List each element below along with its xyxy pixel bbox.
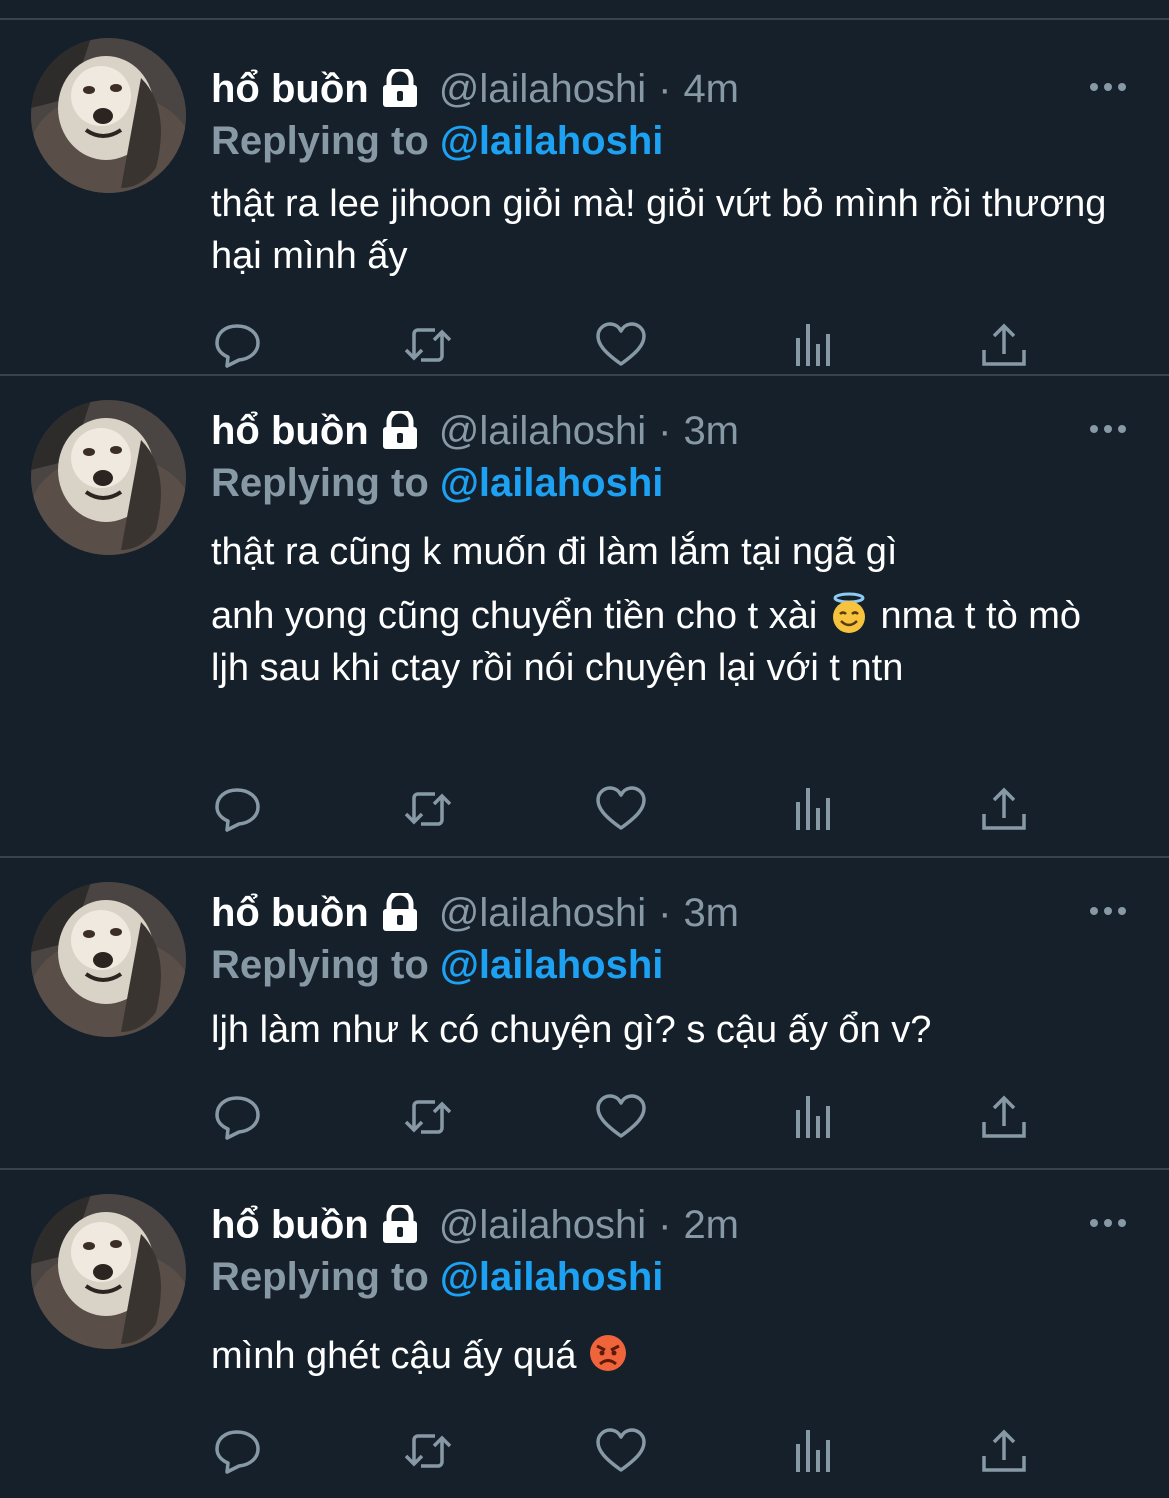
user-handle[interactable]: @lailahoshi [439,409,646,454]
replying-to: Replying to @lailahoshi [211,940,1129,990]
separator-dot: · [658,408,672,453]
retweet-icon[interactable] [401,1426,455,1476]
replying-label: Replying to [211,943,440,987]
display-name[interactable]: hổ buồn [211,409,369,454]
display-name[interactable]: hổ buồn [211,67,369,112]
tweet-actions [211,320,1041,370]
share-icon[interactable] [977,1426,1031,1476]
tweet-header: hổ buồn @lailahoshi · 2m [211,1198,1129,1252]
replying-label: Replying to [211,461,440,505]
avatar[interactable] [31,1194,186,1349]
share-icon[interactable] [977,320,1031,370]
tweet[interactable]: hổ buồn @lailahoshi · 2m Replying to @la… [0,1170,1169,1498]
lock-icon [379,408,421,451]
heart-icon[interactable] [594,784,648,834]
replying-label: Replying to [211,119,440,163]
reply-icon[interactable] [211,1092,265,1142]
retweet-icon[interactable] [401,784,455,834]
separator-dot: · [658,890,672,935]
user-handle[interactable]: @lailahoshi [439,67,646,112]
analytics-icon[interactable] [786,320,840,370]
lock-icon [379,890,421,933]
tweet-text-line: thật ra lee jihoon giỏi mà! giỏi vứt bỏ … [211,183,1107,277]
tweet-text: thật ra cũng k muốn đi làm lắm tại ngã g… [211,526,1129,694]
lock-icon [379,1202,421,1245]
more-icon[interactable] [1087,72,1129,102]
tweet-text-segment: anh yong cũng chuyển tiền cho t xài [211,595,818,637]
heart-icon[interactable] [594,320,648,370]
share-icon[interactable] [977,1092,1031,1142]
avatar[interactable] [31,882,186,1037]
share-icon[interactable] [977,784,1031,834]
timestamp[interactable]: 3m [683,409,739,454]
tweet-header: hổ buồn @lailahoshi · 3m [211,886,1129,940]
tweet-text: mình ghét cậu ấy quá [211,1330,1129,1382]
heart-icon[interactable] [594,1092,648,1142]
user-handle[interactable]: @lailahoshi [439,891,646,936]
tweet-text-line: ljh làm như k có chuyện gì? s cậu ấy ổn … [211,1009,932,1051]
tweet-header: hổ buồn @lailahoshi · 4m [211,62,1129,116]
avatar[interactable] [31,400,186,555]
tweet-actions [211,1426,1041,1476]
replying-to: Replying to @lailahoshi [211,116,1129,166]
reply-mention[interactable]: @lailahoshi [440,1255,664,1299]
timestamp[interactable]: 2m [683,1203,739,1248]
replying-label: Replying to [211,1255,440,1299]
reply-icon[interactable] [211,320,265,370]
separator-dot: · [658,1202,672,1247]
tweet-text-line: thật ra cũng k muốn đi làm lắm tại ngã g… [211,531,898,573]
replying-to: Replying to @lailahoshi [211,458,1129,508]
reply-mention[interactable]: @lailahoshi [440,461,664,505]
display-name[interactable]: hổ buồn [211,891,369,936]
analytics-icon[interactable] [786,1092,840,1142]
tweet-text-line: mình ghét cậu ấy quá [211,1330,1129,1382]
tweet-actions [211,784,1041,834]
more-icon[interactable] [1087,414,1129,444]
separator-dot: · [658,66,672,111]
tweet-text-segment: mình ghét cậu ấy quá [211,1335,577,1377]
more-icon[interactable] [1087,896,1129,926]
angry-face-icon [587,1332,629,1374]
reply-icon[interactable] [211,1426,265,1476]
smiling-face-with-halo-icon [828,592,870,634]
tweet-text: thật ra lee jihoon giỏi mà! giỏi vứt bỏ … [211,178,1129,282]
retweet-icon[interactable] [401,320,455,370]
reply-mention[interactable]: @lailahoshi [440,943,664,987]
tweet[interactable]: hổ buồn @lailahoshi · 3m Replying to @la… [0,858,1169,1170]
analytics-icon[interactable] [786,1426,840,1476]
tweet[interactable]: hổ buồn @lailahoshi · 3m Replying to @la… [0,376,1169,858]
analytics-icon[interactable] [786,784,840,834]
avatar[interactable] [31,38,186,193]
timestamp[interactable]: 4m [683,67,739,112]
reply-icon[interactable] [211,784,265,834]
tweet-text-line: anh yong cũng chuyển tiền cho t xài nma … [211,590,1129,694]
reply-mention[interactable]: @lailahoshi [440,119,664,163]
user-handle[interactable]: @lailahoshi [439,1203,646,1248]
tweet-actions [211,1092,1041,1142]
display-name[interactable]: hổ buồn [211,1203,369,1248]
replying-to: Replying to @lailahoshi [211,1252,1129,1302]
tweet[interactable]: hổ buồn @lailahoshi · 4m Replying to @la… [0,20,1169,376]
timestamp[interactable]: 3m [683,891,739,936]
tweet-text: ljh làm như k có chuyện gì? s cậu ấy ổn … [211,1004,1129,1056]
heart-icon[interactable] [594,1426,648,1476]
retweet-icon[interactable] [401,1092,455,1142]
lock-icon [379,66,421,109]
more-icon[interactable] [1087,1208,1129,1238]
tweet-header: hổ buồn @lailahoshi · 3m [211,404,1129,458]
